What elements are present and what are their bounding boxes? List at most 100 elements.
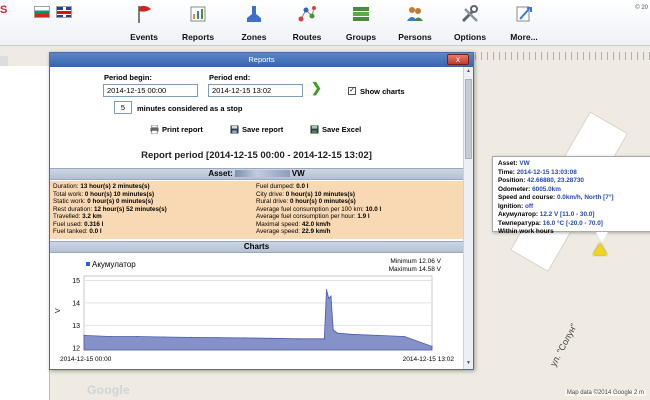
dialog-scrollbar[interactable]: ▲ ▼ [463,67,473,369]
stats-right-column: Fuel dumped: 0.0 l City drive: 0 hour(s)… [256,183,381,236]
uk-flag-icon[interactable] [56,6,72,18]
asset-header: Asset: VW [50,168,463,180]
nav-label: More... [510,32,538,42]
routes-icon [298,6,316,22]
data-point [190,336,192,338]
x-tick-label: 2014-12-15 00:00 [60,356,112,363]
stat-row: Total work: 0 hour(s) 10 minutes(s) [53,190,155,198]
scroll-down-icon[interactable]: ▼ [465,360,472,368]
stat-row: Average fuel consumption per 100 km: 10.… [256,205,382,213]
battery-chart: Акумулатор Minimum 12.06 V Maximum 14.58… [50,254,463,369]
nav-zones[interactable]: Zones [224,4,284,44]
apply-arrow-icon[interactable]: ❯ [311,81,322,94]
excel-icon [310,125,319,134]
top-toolbar: S Events Reports Zones Routes Groups Per… [0,0,650,46]
info-speed: Speed and course: 0.0km/h, North [7°] [498,194,614,201]
dialog-title: Reports [248,55,275,64]
report-period-title: Report period [2014-12-15 00:00 - 2014-1… [141,150,372,161]
data-point [350,333,352,335]
nav-label: Events [130,32,158,42]
charts-header: Charts [50,241,463,253]
stat-row: Fuel tanked: 0.0 l [53,228,102,235]
info-time: Time: 2014-12-15 13:03:08 [498,168,577,176]
nav-routes[interactable]: Routes [277,4,337,44]
zones-icon [247,6,261,22]
stats-left-column: Duration: 13 hour(s) 2 minutes(s) Total … [53,183,167,236]
app-logo: S [0,4,8,16]
chart-canvas: 12 13 14 15 V 2014-12-15 00:00 2014-12-15 13:0… [55,275,454,363]
info-position: Position: 42.66880, 23.28730 [498,177,584,184]
stop-minutes-label: minutes considered as a stop [137,104,243,113]
stat-row: Duration: 13 hour(s) 2 minutes(s) [53,183,150,190]
show-charts-checkbox[interactable]: ✓ [348,87,356,95]
nav-label: Reports [181,32,215,42]
data-point [243,337,245,339]
show-charts-label: Show charts [360,87,405,96]
stat-row: Fuel used: 0.316 l [53,220,104,228]
data-point [163,336,165,338]
print-report-button[interactable]: Print report [150,125,203,137]
stat-row: Travelled: 3.2 km [53,213,102,220]
period-begin-input[interactable] [103,84,198,97]
nav-reports[interactable]: Reports [168,4,228,44]
info-asset: Asset: VW [498,160,530,167]
nav-label: Groups [345,32,377,42]
nav-groups[interactable]: Groups [331,4,391,44]
nav-label: Options [453,32,487,42]
bulgarian-flag-icon[interactable] [34,6,50,18]
info-ignition: Ignition: off [498,202,534,210]
data-point [297,338,299,340]
period-begin-label: Period begin: [104,73,152,82]
vehicle-marker-icon[interactable] [593,243,607,255]
save-report-button[interactable]: Save report [230,125,283,137]
data-point [83,334,85,336]
scroll-up-icon[interactable]: ▲ [465,68,472,76]
y-tick-label: 15 [72,278,80,285]
summary-stats: Duration: 13 hour(s) 2 minutes(s) Total … [50,181,463,239]
map-attribution[interactable]: Map data ©2014 Google 2 m [564,390,646,396]
more-icon [516,6,532,22]
data-point [216,337,219,339]
popup-tail [596,232,608,242]
save-excel-button[interactable]: Save Excel [310,125,361,137]
copyright: © 20 [635,5,648,11]
nav-label: Persons [398,32,432,42]
info-temperature: Температура: 16.0 °C [-20.0 - 70.0] [498,219,603,227]
stat-row: Average speed: 22.9 km/h [256,228,331,235]
y-axis-label: V [55,308,62,313]
stat-row: Fuel dumped: 0.0 l [256,183,309,190]
nav-events[interactable]: Events [114,4,174,44]
y-tick-label: 14 [72,300,80,307]
stop-minutes-input[interactable] [114,101,132,114]
nav-options[interactable]: Options [440,4,500,44]
stat-row: Rural drive: 0 hour(s) 0 minutes(s) [256,198,356,205]
dialog-body: Period begin: Period end: ❯ ✓ Show chart… [50,67,473,369]
period-end-input[interactable] [208,84,303,97]
vehicle-info-popup: Asset: VW Time: 2014-12-15 13:03:08 Posi… [492,156,650,235]
left-panel [0,66,50,400]
stat-row: Static work: 0 hour(s) 0 minutes(s) [53,198,154,205]
close-button[interactable]: x [447,54,469,65]
data-point [323,338,325,340]
scroll-thumb[interactable] [465,79,472,159]
nav-label: Zones [241,32,267,42]
data-point [136,335,138,338]
save-icon [230,125,239,134]
nav-persons[interactable]: Persons [385,4,445,44]
nav-more[interactable]: More... [494,4,554,44]
stat-row: Rest duration: 12 hour(s) 52 minutes(s) [53,205,167,213]
info-work-hours: Within work hours [498,228,554,235]
data-point [431,345,433,347]
map-ruler [475,52,650,60]
data-point [337,332,339,334]
data-point [270,337,272,339]
y-tick-label: 12 [72,345,80,352]
dialog-titlebar[interactable]: Reports x [50,53,473,67]
stat-row: City drive: 0 hour(s) 10 minutes(s) [256,190,356,198]
options-icon [461,5,478,23]
data-point [110,335,112,338]
printer-icon [150,125,159,134]
y-tick-label: 13 [72,323,80,330]
period-end-label: Period end: [209,73,251,82]
groups-icon [353,7,369,21]
